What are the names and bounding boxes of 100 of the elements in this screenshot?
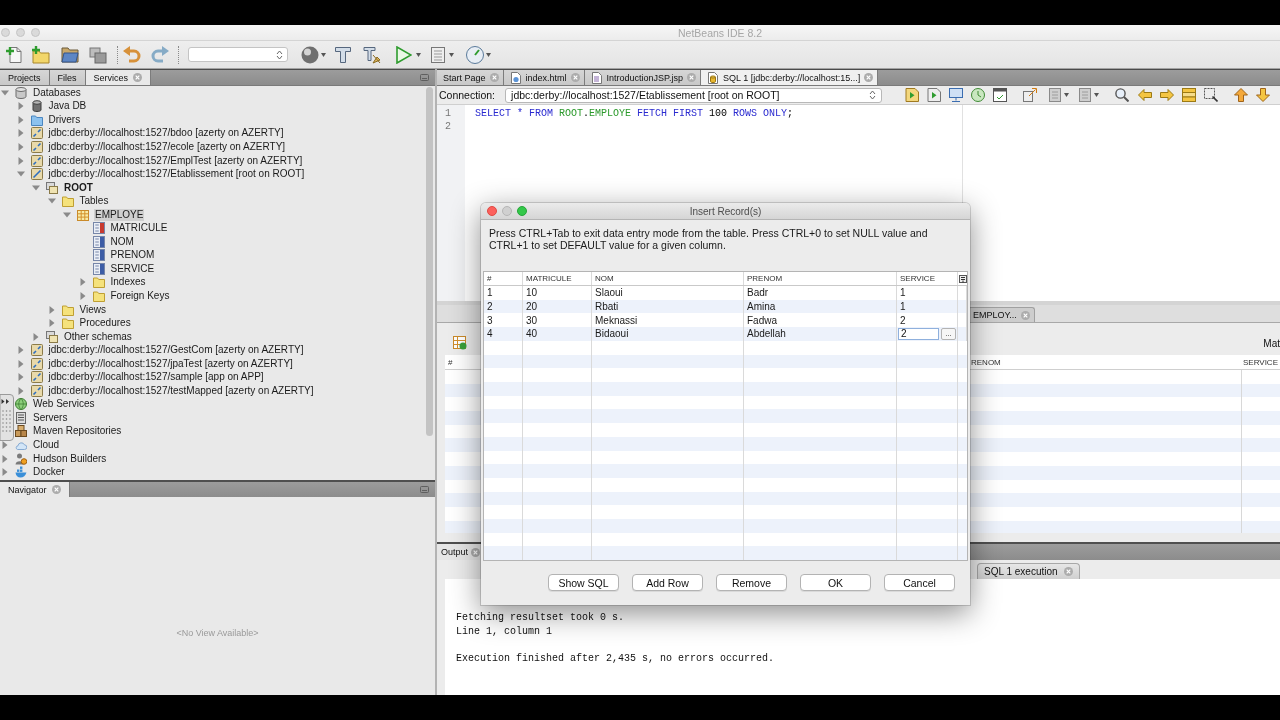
disclosure-triangle-icon[interactable] bbox=[16, 373, 25, 382]
editor-tab[interactable]: index.html bbox=[503, 70, 585, 85]
disclosure-triangle-icon[interactable] bbox=[16, 170, 25, 179]
tree-item[interactable]: jdbc:derby://localhost:1527/bdoo [azerty on AZERTY] bbox=[47, 127, 285, 140]
caret-icon[interactable] bbox=[1094, 93, 1100, 97]
panel-tab[interactable]: Output bbox=[437, 544, 483, 561]
close-icon[interactable] bbox=[1063, 567, 1073, 577]
undo-icon[interactable] bbox=[123, 45, 141, 64]
disclosure-triangle-icon[interactable] bbox=[16, 102, 25, 111]
tree-item[interactable]: NOM bbox=[109, 235, 135, 248]
next-icon[interactable] bbox=[1160, 88, 1175, 102]
window-icon[interactable] bbox=[993, 88, 1008, 102]
panel-tab[interactable]: Projects bbox=[0, 70, 50, 85]
disclosure-triangle-icon[interactable] bbox=[32, 183, 40, 192]
close-icon[interactable] bbox=[570, 73, 580, 82]
disclosure-triangle-icon[interactable] bbox=[63, 210, 71, 219]
disclosure-triangle-icon[interactable] bbox=[47, 197, 56, 206]
tree-item[interactable]: Foreign Keys bbox=[109, 289, 171, 302]
minimize-icon[interactable] bbox=[420, 74, 429, 81]
tree-item[interactable]: EMPLOYE bbox=[94, 208, 145, 221]
sphere-icon[interactable] bbox=[301, 45, 319, 64]
caret-icon[interactable] bbox=[416, 52, 421, 57]
column-header[interactable]: PRENOM bbox=[744, 272, 897, 285]
zoom-window-icon[interactable] bbox=[517, 206, 527, 216]
tree-item[interactable]: Cloud bbox=[32, 439, 61, 451]
table-add-icon[interactable] bbox=[453, 336, 467, 351]
disclosure-triangle-icon[interactable] bbox=[32, 332, 40, 341]
gauge-icon[interactable] bbox=[466, 45, 484, 64]
close-icon[interactable] bbox=[471, 547, 481, 557]
minimize-window-icon[interactable] bbox=[502, 206, 512, 216]
tree-item[interactable]: jdbc:derby://localhost:1527/EmplTest [azerty on AZERTY] bbox=[47, 154, 304, 167]
close-icon[interactable] bbox=[51, 485, 61, 494]
disclosure-triangle-icon[interactable] bbox=[1, 468, 9, 477]
stacked-windows-icon[interactable] bbox=[89, 45, 107, 64]
tree-item[interactable]: Web Services bbox=[32, 398, 96, 411]
minimize-window-icon[interactable] bbox=[16, 28, 25, 37]
close-window-icon[interactable] bbox=[487, 206, 497, 216]
column-header[interactable]: RENOM bbox=[968, 357, 1242, 367]
tree-item[interactable]: Indexes bbox=[109, 276, 147, 289]
hammer-broom-icon[interactable] bbox=[363, 45, 381, 64]
close-icon[interactable] bbox=[686, 73, 696, 82]
dialog-button[interactable]: Show SQL bbox=[548, 574, 619, 591]
editor-tab[interactable]: SQL 1 [jdbc:derby://localhost:15...] bbox=[700, 70, 879, 85]
caret-icon[interactable] bbox=[449, 52, 454, 57]
run-document-icon[interactable] bbox=[927, 88, 942, 102]
column-header[interactable]: NOM bbox=[592, 272, 744, 285]
tree-item[interactable]: Hudson Builders bbox=[32, 452, 108, 465]
panel-tab[interactable]: Navigator bbox=[0, 482, 70, 497]
tree-item[interactable]: Procedures bbox=[78, 317, 132, 330]
column-header[interactable]: SERVICE bbox=[1242, 357, 1280, 367]
previous-icon[interactable] bbox=[1138, 88, 1153, 102]
minimize-icon[interactable] bbox=[420, 486, 429, 493]
down-arrow-icon[interactable] bbox=[1256, 88, 1271, 102]
run-icon[interactable] bbox=[394, 45, 412, 64]
disclosure-triangle-icon[interactable] bbox=[78, 291, 87, 300]
tree-item[interactable]: Views bbox=[78, 303, 107, 316]
folder-icon[interactable] bbox=[61, 45, 79, 64]
column-header[interactable]: MATRICULE bbox=[523, 272, 592, 285]
tree-item[interactable]: jdbc:derby://localhost:1527/Etablissement [root on ROOT] bbox=[47, 168, 306, 181]
disclosure-triangle-icon[interactable] bbox=[16, 359, 25, 368]
tree-item[interactable]: Java DB bbox=[47, 100, 88, 113]
tree-item[interactable]: Maven Repositories bbox=[32, 425, 123, 438]
up-arrow-icon[interactable] bbox=[1234, 88, 1249, 102]
tree-item[interactable]: jdbc:derby://localhost:1527/jpaTest [azerty on AZERTY] bbox=[47, 357, 294, 370]
caret-icon[interactable] bbox=[486, 52, 491, 57]
tree-item[interactable]: SERVICE bbox=[109, 262, 156, 275]
close-window-icon[interactable] bbox=[1, 28, 10, 37]
tree-item[interactable]: jdbc:derby://localhost:1527/ecole [azerty on AZERTY] bbox=[47, 140, 287, 153]
close-icon[interactable] bbox=[133, 73, 143, 82]
tree-item[interactable]: Drivers bbox=[47, 113, 82, 126]
redo-icon[interactable] bbox=[151, 45, 169, 64]
hammer-icon[interactable] bbox=[334, 45, 352, 64]
disclosure-triangle-icon[interactable] bbox=[16, 115, 25, 124]
disclosure-triangle-icon[interactable] bbox=[47, 319, 56, 328]
document-icon[interactable] bbox=[1078, 88, 1093, 102]
tree-item[interactable]: MATRICULE bbox=[109, 222, 169, 235]
column-header[interactable]: SERVICE bbox=[897, 272, 958, 285]
close-icon[interactable] bbox=[489, 73, 499, 82]
disclosure-triangle-icon[interactable] bbox=[16, 346, 25, 355]
document-icon[interactable] bbox=[429, 45, 447, 64]
new-folder-icon[interactable] bbox=[32, 45, 50, 64]
result-tab[interactable]: EMPLOY... bbox=[968, 307, 1035, 323]
dialog-button[interactable]: Cancel bbox=[884, 574, 955, 591]
zoom-window-icon[interactable] bbox=[31, 28, 40, 37]
caret-icon[interactable] bbox=[1064, 93, 1070, 97]
dialog-button[interactable]: Remove bbox=[716, 574, 787, 591]
disclosure-triangle-icon[interactable] bbox=[16, 156, 25, 165]
tree-item[interactable]: Servers bbox=[32, 411, 69, 424]
clock-icon[interactable] bbox=[971, 88, 986, 102]
ellipsis-button[interactable]: ... bbox=[941, 327, 956, 340]
sliding-panel-icon[interactable] bbox=[0, 394, 14, 441]
search-icon[interactable] bbox=[1115, 88, 1130, 102]
updown-chevron-icon[interactable] bbox=[276, 49, 283, 60]
tree-item[interactable]: jdbc:derby://localhost:1527/testMapped [azerty on AZERTY] bbox=[47, 384, 315, 397]
caret-icon[interactable] bbox=[321, 52, 326, 57]
disclosure-triangle-icon[interactable] bbox=[16, 386, 25, 395]
tree-item[interactable]: jdbc:derby://localhost:1527/GestCom [azerty on AZERTY] bbox=[47, 344, 305, 357]
panel-tab[interactable]: Files bbox=[49, 70, 86, 85]
cell-editor-field[interactable]: 2 bbox=[898, 327, 939, 340]
dialog-button[interactable]: Add Row bbox=[632, 574, 703, 591]
